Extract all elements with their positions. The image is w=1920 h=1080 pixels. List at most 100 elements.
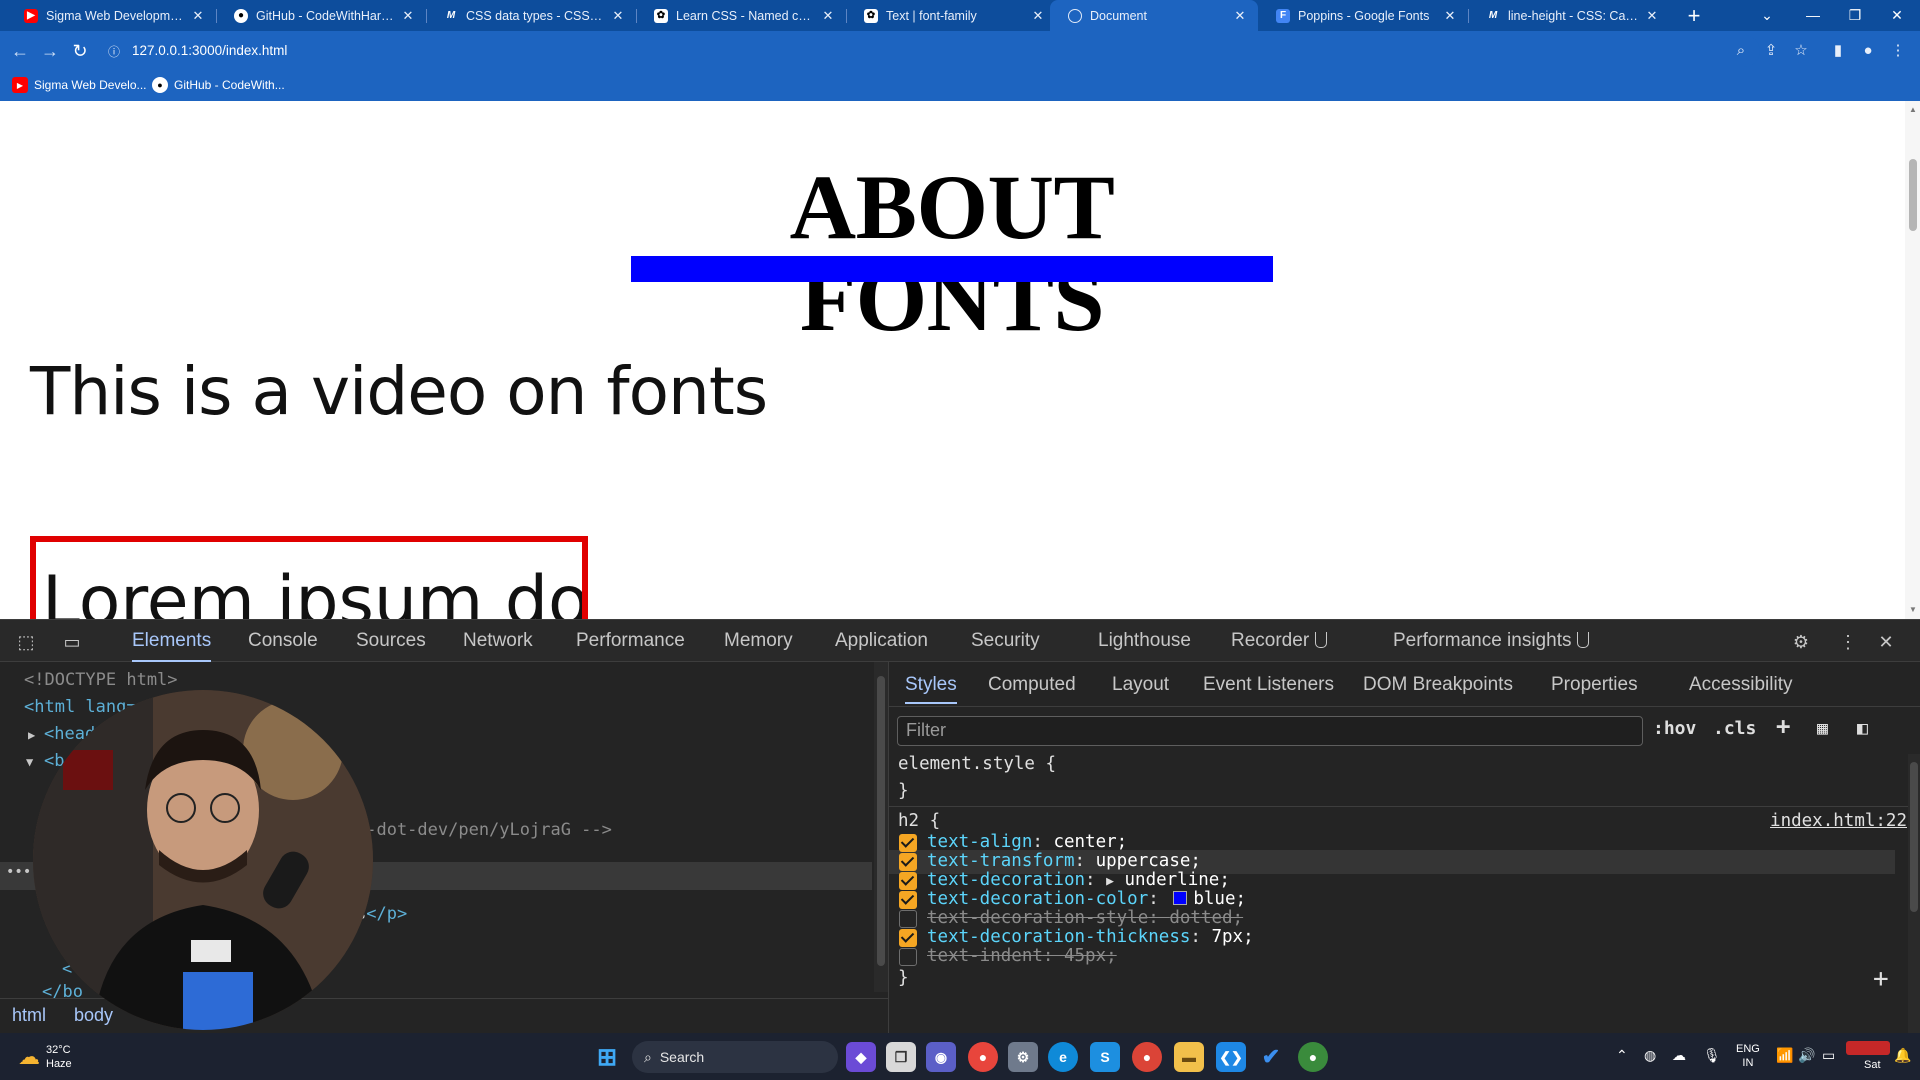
property-checkbox[interactable] xyxy=(899,929,917,947)
subtab-event-listeners[interactable]: Event Listeners xyxy=(1203,666,1334,704)
close-icon[interactable]: ✕ xyxy=(1030,8,1046,24)
tab-github[interactable]: ● GitHub - CodeWithHarry/Sig ✕ xyxy=(216,0,426,31)
tray-chevron-up-icon[interactable]: ⌃ xyxy=(1616,1047,1628,1064)
color-swatch[interactable] xyxy=(1173,891,1188,905)
bookmark-sigma-web[interactable]: ▶ Sigma Web Develo... xyxy=(12,77,147,93)
clock-day[interactable]: Sat xyxy=(1864,1059,1881,1071)
inspect-element-icon[interactable]: ⬚ xyxy=(14,630,38,654)
styles-scrollbar[interactable] xyxy=(1908,754,1920,1034)
tab-performance[interactable]: Performance xyxy=(576,620,685,662)
collapse-arrow-icon[interactable]: ▼ xyxy=(26,755,33,769)
new-style-rule-icon[interactable]: + xyxy=(1776,712,1790,740)
bookmark-github[interactable]: ● GitHub - CodeWith... xyxy=(152,77,285,93)
edge-icon[interactable]: e xyxy=(1048,1042,1078,1072)
property-text-align[interactable]: text-align: center; xyxy=(927,832,1127,852)
tab-performance-insights[interactable]: Performance insights xyxy=(1393,620,1590,662)
zoom-icon[interactable]: ⌕ xyxy=(1731,41,1751,61)
profile-icon[interactable]: ● xyxy=(1858,41,1878,61)
todo-check-icon[interactable]: ✔ xyxy=(1256,1042,1286,1072)
site-info-icon[interactable]: ⓘ xyxy=(108,43,122,59)
subtab-layout[interactable]: Layout xyxy=(1112,666,1169,704)
property-checkbox-unchecked[interactable] xyxy=(899,910,917,928)
scroll-down-arrow-icon[interactable]: ▼ xyxy=(1908,605,1918,614)
tray-app-icon[interactable]: ◍ xyxy=(1644,1047,1656,1064)
settings-gear-icon[interactable]: ⚙ xyxy=(1789,630,1813,654)
side-panel-icon[interactable]: ▮ xyxy=(1828,41,1848,61)
tab-sources[interactable]: Sources xyxy=(356,620,426,662)
wifi-icon[interactable]: 📶 xyxy=(1776,1047,1793,1064)
tab-search-chevron-icon[interactable]: ⌄ xyxy=(1744,0,1790,31)
restore-button[interactable]: ❐ xyxy=(1832,0,1878,31)
weather-widget[interactable]: ☁ 32°C Haze xyxy=(18,1043,72,1071)
close-icon[interactable]: ✕ xyxy=(1442,8,1458,24)
tab-sigma-web-development[interactable]: ▶ Sigma Web Development Co ✕ xyxy=(6,0,216,31)
settings-icon[interactable]: ⚙ xyxy=(1008,1042,1038,1072)
volume-icon[interactable]: 🔊 xyxy=(1798,1047,1815,1064)
add-property-icon[interactable]: + xyxy=(1873,964,1889,994)
close-icon[interactable]: ✕ xyxy=(1644,8,1660,24)
expand-shorthand-arrow-icon[interactable]: ▶ xyxy=(1106,874,1114,889)
page-scrollbar-thumb[interactable] xyxy=(1909,159,1917,231)
property-text-indent[interactable]: text-indent: 45px; xyxy=(927,946,1117,966)
chrome-canary-icon[interactable]: ● xyxy=(968,1042,998,1072)
elements-scrollbar-thumb[interactable] xyxy=(877,676,885,966)
device-toolbar-icon[interactable]: ▭ xyxy=(60,630,84,654)
close-icon[interactable]: ✕ xyxy=(190,8,206,24)
property-text-decoration-color[interactable]: text-decoration-color: blue; xyxy=(927,889,1246,909)
skype-icon[interactable]: S xyxy=(1090,1042,1120,1072)
tab-memory[interactable]: Memory xyxy=(724,620,793,662)
tab-recorder[interactable]: Recorder xyxy=(1231,620,1328,662)
doctype-node[interactable]: <!DOCTYPE html> xyxy=(24,670,178,690)
property-text-decoration[interactable]: text-decoration: ▶ underline; xyxy=(927,870,1230,890)
close-icon[interactable]: ✕ xyxy=(610,8,626,24)
expand-arrow-icon[interactable]: ▶ xyxy=(28,728,35,742)
onedrive-icon[interactable]: ☁ xyxy=(1672,1047,1686,1064)
breadcrumb-body[interactable]: body xyxy=(74,1005,113,1026)
window-close-button[interactable]: ✕ xyxy=(1874,0,1920,31)
node-actions-ellipsis-icon[interactable]: ••• xyxy=(6,864,31,880)
property-checkbox-unchecked[interactable] xyxy=(899,948,917,966)
notification-bell-icon[interactable]: 🔔 xyxy=(1894,1047,1911,1064)
reload-button[interactable]: ↻ xyxy=(66,37,94,65)
elements-scrollbar[interactable] xyxy=(874,662,888,992)
taskbar-search[interactable]: ⌕ Search xyxy=(632,1041,838,1073)
new-tab-button[interactable]: + xyxy=(1680,2,1708,30)
task-view-icon[interactable]: ❐ xyxy=(886,1042,916,1072)
toggle-sidebar-icon[interactable]: ◧ xyxy=(1857,718,1868,739)
teams-chat-icon[interactable]: ◉ xyxy=(926,1042,956,1072)
hov-button[interactable]: :hov xyxy=(1653,718,1696,739)
property-text-decoration-style[interactable]: text-decoration-style: dotted; xyxy=(927,908,1243,928)
property-checkbox[interactable] xyxy=(899,834,917,852)
customize-kebab-icon[interactable]: ⋮ xyxy=(1836,630,1860,654)
subtab-accessibility[interactable]: Accessibility xyxy=(1689,666,1792,704)
forward-button[interactable]: → xyxy=(36,37,64,65)
close-icon[interactable]: ✕ xyxy=(820,8,836,24)
close-devtools-icon[interactable]: ✕ xyxy=(1874,630,1898,654)
comment-node[interactable]: o-dot-dev/pen/yLojraG --> xyxy=(356,820,612,840)
rule-source-link[interactable]: index.html:22 xyxy=(1770,811,1907,831)
tab-elements[interactable]: Elements xyxy=(132,620,212,662)
battery-icon[interactable]: ▭ xyxy=(1822,1047,1835,1064)
tab-network[interactable]: Network xyxy=(463,620,533,662)
subtab-computed[interactable]: Computed xyxy=(988,666,1076,704)
tab-line-height[interactable]: M line-height - CSS: Cascading ✕ xyxy=(1468,0,1670,31)
file-explorer-icon[interactable]: ▬ xyxy=(1174,1042,1204,1072)
share-icon[interactable]: ⇪ xyxy=(1761,41,1781,61)
back-button[interactable]: ← xyxy=(6,37,34,65)
element-style-selector[interactable]: element.style { xyxy=(898,754,1056,774)
property-checkbox[interactable] xyxy=(899,872,917,890)
tab-css-data-types[interactable]: M CSS data types - CSS: Cascad ✕ xyxy=(426,0,636,31)
copilot-icon[interactable]: ◆ xyxy=(846,1042,876,1072)
cls-button[interactable]: .cls xyxy=(1713,718,1756,739)
windows-start-icon[interactable]: ⊞ xyxy=(592,1042,622,1072)
tab-poppins-google-fonts[interactable]: F Poppins - Google Fonts ✕ xyxy=(1258,0,1468,31)
property-checkbox[interactable] xyxy=(899,891,917,909)
property-text-transform[interactable]: text-transform: uppercase; xyxy=(927,851,1201,871)
breadcrumb-html[interactable]: html xyxy=(12,1005,46,1026)
tab-lighthouse[interactable]: Lighthouse xyxy=(1098,620,1191,662)
styles-filter-input[interactable]: Filter xyxy=(897,716,1643,746)
chrome-icon[interactable]: ● xyxy=(1132,1042,1162,1072)
property-checkbox[interactable] xyxy=(899,853,917,871)
tab-learn-css-named-colors[interactable]: ✿ Learn CSS - Named colors ✕ xyxy=(636,0,846,31)
property-text-decoration-thickness[interactable]: text-decoration-thickness: 7px; xyxy=(927,927,1254,947)
